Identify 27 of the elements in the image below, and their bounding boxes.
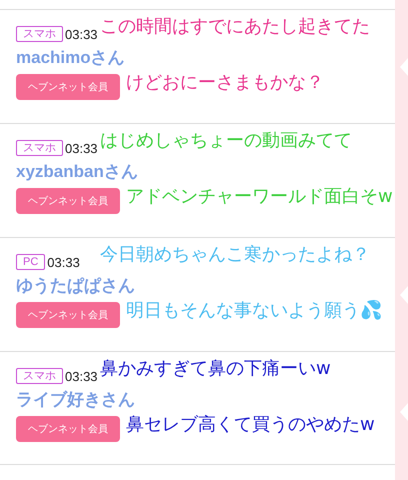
- post-time: 03:33: [65, 368, 98, 384]
- device-tag: スマホ: [16, 140, 63, 156]
- member-badge: ヘブンネット会員: [16, 74, 120, 100]
- device-tag: スマホ: [16, 26, 63, 42]
- caption-text: はじめしゃちょーの動画みてて: [100, 129, 352, 153]
- user-name[interactable]: machimoさん: [16, 46, 379, 69]
- post-time: 03:33: [65, 140, 98, 156]
- caption-text: 明日もそんな事ないよう願う💦: [126, 299, 382, 323]
- arrow-icon[interactable]: [400, 58, 408, 76]
- user-name[interactable]: ゆうたぱぱさん: [16, 274, 379, 297]
- caption-text: 今日朝めちゃんこ寒かったよね？: [100, 243, 370, 267]
- caption-text: 鼻かみすぎて鼻の下痛ーいw: [100, 357, 331, 381]
- member-badge: ヘブンネット会員: [16, 416, 120, 442]
- caption-text: けどおにーさまもかな？: [126, 71, 324, 95]
- caption-text: 鼻セレブ高くて買うのやめたw: [126, 413, 375, 437]
- member-badge: ヘブンネット会員: [16, 188, 120, 214]
- caption-text: アドベンチャーワールド面白そw: [126, 185, 393, 209]
- post-time: 03:33: [65, 26, 98, 42]
- arrow-icon[interactable]: [400, 403, 408, 421]
- user-name[interactable]: xyzbanbanさん: [16, 160, 379, 183]
- device-tag: スマホ: [16, 368, 63, 384]
- member-badge: ヘブンネット会員: [16, 302, 120, 328]
- user-name[interactable]: ライブ好きさん: [16, 388, 379, 411]
- device-tag: PC: [16, 254, 46, 270]
- caption-text: この時間はすでにあたし起きてた: [100, 15, 370, 39]
- arrow-icon[interactable]: [400, 286, 408, 304]
- post-time: 03:33: [47, 254, 80, 270]
